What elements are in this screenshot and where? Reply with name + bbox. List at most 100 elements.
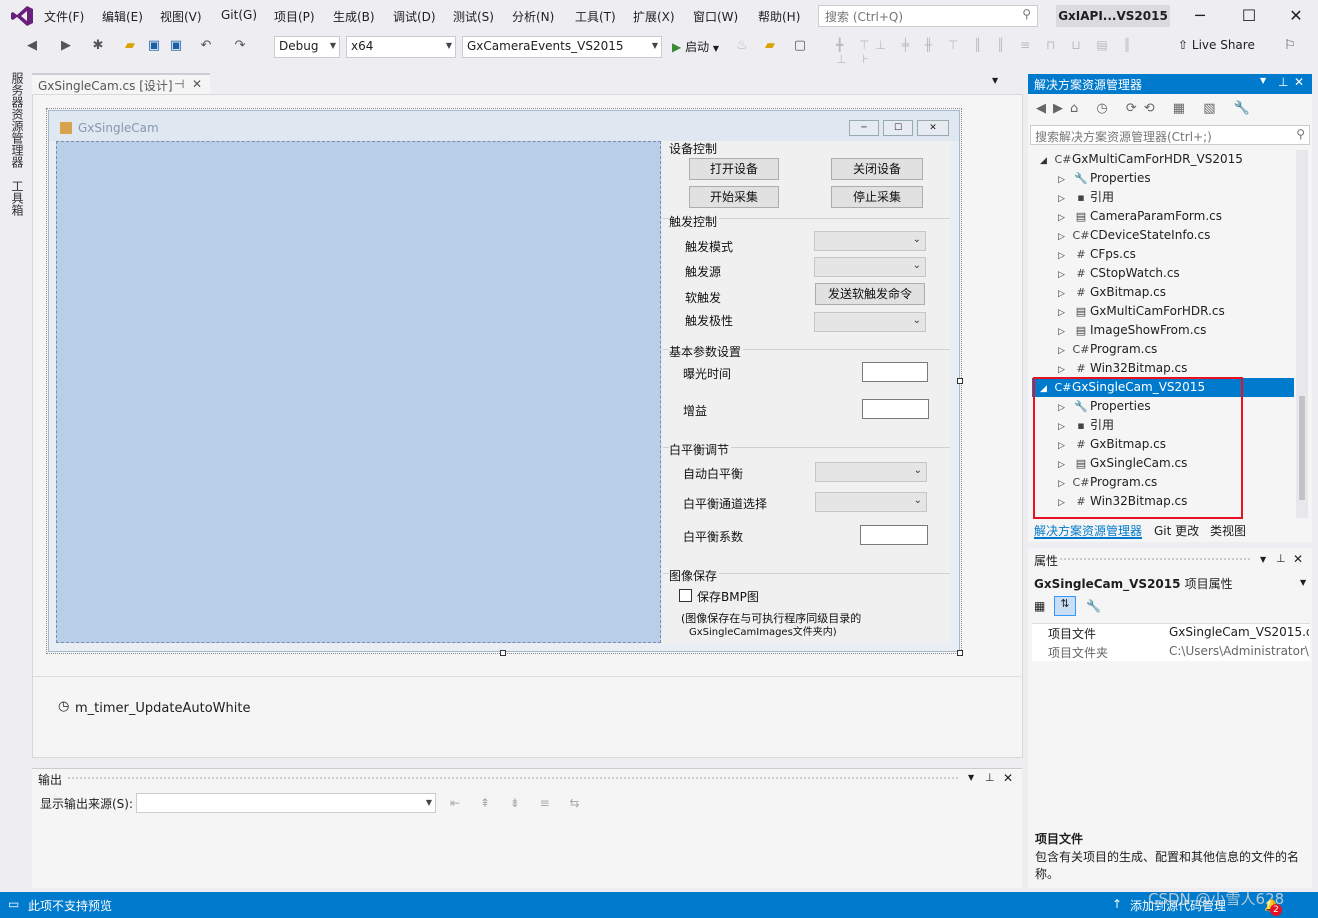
open-folder-icon[interactable]: ▰ bbox=[122, 38, 138, 54]
tab-overflow-icon[interactable]: ▼ bbox=[992, 76, 998, 85]
save-icon[interactable]: ▣ bbox=[146, 38, 162, 54]
wb-channel-select[interactable]: ⌄ bbox=[815, 492, 927, 512]
platform-select[interactable]: x64 ▼ bbox=[346, 36, 456, 58]
gain-input[interactable] bbox=[862, 399, 929, 419]
close-icon[interactable]: ✕ bbox=[1293, 552, 1303, 566]
property-pages-icon[interactable]: 🔧 bbox=[1086, 599, 1101, 613]
toolbox-tab[interactable]: 工具箱 bbox=[9, 180, 26, 216]
pin-icon[interactable]: ⊥ bbox=[985, 771, 995, 784]
auto-white-balance-select[interactable]: ⌄ bbox=[815, 462, 927, 482]
screenshot-icon[interactable]: ▢ bbox=[792, 38, 808, 54]
start-debug-button[interactable]: ▶ 启动 ▼ bbox=[672, 38, 719, 55]
feedback-icon[interactable]: ⚐ bbox=[1282, 38, 1298, 54]
properties-object[interactable]: GxSingleCam_VS2015 项目属性 bbox=[1034, 575, 1233, 592]
chevron-down-icon[interactable]: ▼ bbox=[968, 773, 974, 782]
menu-item[interactable]: 扩展(X) bbox=[633, 8, 675, 25]
redo-icon[interactable]: ↷ bbox=[232, 38, 248, 54]
sort-alpha-icon[interactable]: ⇅ bbox=[1054, 596, 1076, 616]
hot-reload-icon[interactable]: ♨ bbox=[734, 38, 750, 54]
tree-scrollbar[interactable] bbox=[1296, 150, 1308, 518]
tree-project[interactable]: ◢ C#GxMultiCamForHDR_VS2015 bbox=[1040, 150, 1243, 169]
tree-item[interactable]: ▷ # CStopWatch.cs bbox=[1058, 264, 1180, 283]
timer-component[interactable]: m_timer_UpdateAutoWhite bbox=[75, 701, 250, 716]
tree-item[interactable]: ▷ ▪ 引用 bbox=[1058, 188, 1114, 207]
close-icon[interactable]: ✕ bbox=[1294, 75, 1304, 89]
pin-icon[interactable]: ⊥ bbox=[1278, 75, 1288, 89]
forward-icon[interactable]: ▶ bbox=[58, 38, 74, 54]
tree-item[interactable]: ▷ C#CDeviceStateInfo.cs bbox=[1058, 226, 1210, 245]
close-device-button[interactable]: 关闭设备 bbox=[831, 158, 923, 180]
tree-item[interactable]: ▷ # Win32Bitmap.cs bbox=[1058, 359, 1187, 378]
prop-value[interactable]: GxSingleCam_VS2015.csproj bbox=[1169, 625, 1309, 639]
close-window-button[interactable]: ✕ bbox=[1286, 6, 1306, 26]
visual-studio-logo-icon[interactable] bbox=[10, 5, 34, 27]
menu-item[interactable]: 项目(P) bbox=[274, 8, 315, 25]
server-explorer-tab[interactable]: 服务器资源管理器 bbox=[9, 72, 26, 168]
undo-icon[interactable]: ↶ bbox=[198, 38, 214, 54]
tree-item[interactable]: ▷ # GxBitmap.cs bbox=[1058, 283, 1166, 302]
collapse-icon[interactable]: ◢ bbox=[1040, 152, 1054, 171]
tree-item[interactable]: ▷ # CFps.cs bbox=[1058, 245, 1136, 264]
close-tab-icon[interactable]: ✕ bbox=[192, 77, 202, 91]
open-device-button[interactable]: 打开设备 bbox=[689, 158, 779, 180]
menu-item[interactable]: 编辑(E) bbox=[102, 8, 143, 25]
prop-value[interactable]: C:\Users\Administrator\D bbox=[1169, 644, 1309, 658]
exposure-input[interactable] bbox=[862, 362, 928, 382]
save-bmp-checkbox[interactable] bbox=[679, 589, 692, 602]
menu-item[interactable]: 帮助(H) bbox=[758, 8, 800, 25]
tree-item[interactable]: ▷ 🔧 Properties bbox=[1058, 169, 1151, 188]
tab-class-view[interactable]: 类视图 bbox=[1210, 522, 1246, 539]
solution-search-input[interactable]: 搜索解决方案资源管理器(Ctrl+;) ⚲ bbox=[1030, 125, 1310, 145]
start-label: 启动 bbox=[685, 40, 710, 54]
tree-item[interactable]: ▷ C#Program.cs bbox=[1058, 340, 1157, 359]
startup-project-select[interactable]: GxCameraEvents_VS2015 ▼ bbox=[462, 36, 662, 58]
menu-item[interactable]: 文件(F) bbox=[44, 8, 84, 25]
chevron-down-icon[interactable]: ▼ bbox=[1260, 76, 1266, 85]
categorized-icon[interactable]: ▦ bbox=[1034, 599, 1045, 613]
menu-item[interactable]: Git(G) bbox=[221, 8, 257, 22]
resize-handle-right[interactable] bbox=[957, 378, 963, 384]
trigger-mode-select[interactable]: ⌄ bbox=[814, 231, 926, 251]
chevron-down-icon[interactable]: ▼ bbox=[1260, 555, 1266, 564]
file-type-icon: ▤ bbox=[1075, 305, 1087, 318]
find-in-files-icon[interactable]: ▰ bbox=[762, 38, 778, 54]
tab-git-changes[interactable]: Git 更改 bbox=[1154, 522, 1199, 539]
minimize-button[interactable]: ─ bbox=[1190, 6, 1210, 26]
close-icon[interactable]: ✕ bbox=[1003, 771, 1013, 785]
picture-box[interactable] bbox=[56, 141, 661, 643]
prop-name: 项目文件 bbox=[1048, 627, 1097, 641]
tree-item[interactable]: ▷ ▤ GxMultiCamForHDR.cs bbox=[1058, 302, 1225, 321]
menu-item[interactable]: 分析(N) bbox=[512, 8, 554, 25]
resize-handle-bottom[interactable] bbox=[500, 650, 506, 656]
trigger-polarity-select[interactable]: ⌄ bbox=[814, 312, 926, 332]
scrollbar-thumb[interactable] bbox=[1299, 396, 1305, 500]
menu-item[interactable]: 测试(S) bbox=[453, 8, 494, 25]
source-control-icon[interactable]: ↑ bbox=[1112, 897, 1122, 911]
start-acquisition-button[interactable]: 开始采集 bbox=[689, 186, 779, 208]
back-icon[interactable]: ◀ bbox=[24, 38, 40, 54]
tree-item[interactable]: ▷ ▤ ImageShowFrom.cs bbox=[1058, 321, 1206, 340]
live-share-button[interactable]: ⇧ Live Share bbox=[1178, 38, 1255, 52]
tab-gxsinglecam-design[interactable]: GxSingleCam.cs [设计] ⊣ ✕ bbox=[32, 73, 210, 95]
save-all-icon[interactable]: ▣ bbox=[168, 38, 184, 54]
new-project-icon[interactable]: ✱ bbox=[90, 38, 106, 54]
resize-handle-corner[interactable] bbox=[957, 650, 963, 656]
menu-item[interactable]: 工具(T) bbox=[575, 8, 616, 25]
chevron-down-icon: ▼ bbox=[329, 41, 336, 50]
menu-item[interactable]: 窗口(W) bbox=[693, 8, 738, 25]
menu-item[interactable]: 调试(D) bbox=[393, 8, 436, 25]
config-select[interactable]: Debug ▼ bbox=[274, 36, 340, 58]
tree-item[interactable]: ▷ ▤ CameraParamForm.cs bbox=[1058, 207, 1222, 226]
trigger-source-select[interactable]: ⌄ bbox=[814, 257, 926, 277]
stop-acquisition-button[interactable]: 停止采集 bbox=[831, 186, 923, 208]
wb-ratio-input[interactable] bbox=[860, 525, 928, 545]
maximize-button[interactable]: ☐ bbox=[1239, 6, 1259, 26]
chevron-down-icon[interactable]: ▼ bbox=[1300, 578, 1306, 587]
send-soft-trigger-button[interactable]: 发送软触发命令 bbox=[815, 283, 925, 305]
search-input[interactable]: 搜索 (Ctrl+Q) ⚲ bbox=[818, 5, 1038, 27]
pin-icon[interactable]: ⊣ bbox=[174, 77, 184, 91]
pin-icon[interactable]: ⊥ bbox=[1276, 552, 1286, 565]
menu-item[interactable]: 视图(V) bbox=[160, 8, 202, 25]
menu-item[interactable]: 生成(B) bbox=[333, 8, 375, 25]
output-source-select[interactable]: ▼ bbox=[136, 793, 436, 813]
